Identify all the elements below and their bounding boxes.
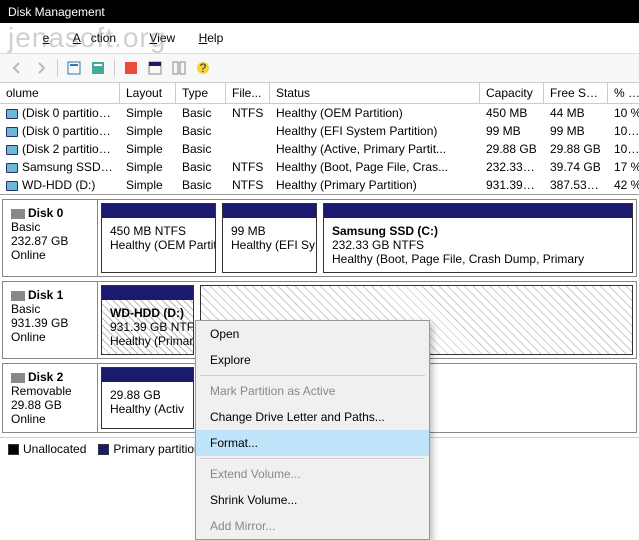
col-volume[interactable]: olume (0, 83, 120, 103)
ctx-shrink[interactable]: Shrink Volume... (196, 487, 429, 513)
title-bar: Disk Management (0, 0, 639, 23)
partition[interactable]: 29.88 GBHealthy (Activ (101, 367, 194, 429)
tool-button[interactable] (168, 57, 190, 79)
window-title: Disk Management (8, 5, 105, 19)
legend-unalloc-label: Unallocated (23, 442, 86, 456)
disk-icon (11, 209, 25, 219)
disk-info[interactable]: Disk 1Basic931.39 GBOnline (3, 282, 98, 358)
partition[interactable]: 99 MBHealthy (EFI Sy (222, 203, 317, 273)
col-layout[interactable]: Layout (120, 83, 176, 103)
ctx-format[interactable]: Format... (196, 430, 429, 456)
ctx-open[interactable]: Open (196, 321, 429, 347)
help-button[interactable]: ? (192, 57, 214, 79)
disk-info[interactable]: Disk 2Removable29.88 GBOnline (3, 364, 98, 432)
menu-file[interactable]: File (0, 25, 59, 51)
legend-primary-swatch (98, 444, 109, 455)
volume-icon (6, 127, 18, 137)
legend-unalloc-swatch (8, 444, 19, 455)
partition[interactable]: WD-HDD (D:)931.39 GB NTFSHealthy (Primar (101, 285, 194, 355)
partition[interactable]: 450 MB NTFSHealthy (OEM Partitio (101, 203, 216, 273)
volume-row[interactable]: (Disk 2 partition 1)SimpleBasicHealthy (… (0, 140, 639, 158)
volume-icon (6, 181, 18, 191)
refresh-button[interactable] (87, 57, 109, 79)
partition[interactable]: Samsung SSD (C:)232.33 GB NTFSHealthy (B… (323, 203, 633, 273)
separator (114, 59, 115, 77)
volume-list[interactable]: olume Layout Type File... Status Capacit… (0, 83, 639, 195)
ctx-mark-active: Mark Partition as Active (196, 378, 429, 404)
volume-icon (6, 145, 18, 155)
ctx-change-letter[interactable]: Change Drive Letter and Paths... (196, 404, 429, 430)
separator (200, 458, 425, 459)
menu-help[interactable]: Help (189, 28, 234, 48)
back-button[interactable] (6, 57, 28, 79)
disk-icon (11, 291, 25, 301)
tool-button[interactable] (144, 57, 166, 79)
separator (57, 59, 58, 77)
legend-primary-label: Primary partition (113, 442, 200, 456)
column-headers: olume Layout Type File... Status Capacit… (0, 83, 639, 104)
col-fs[interactable]: File... (226, 83, 270, 103)
col-status[interactable]: Status (270, 83, 480, 103)
separator (200, 375, 425, 376)
context-menu: Open Explore Mark Partition as Active Ch… (195, 320, 430, 540)
menu-view[interactable]: View (139, 28, 185, 48)
menu-action[interactable]: Action (63, 25, 136, 51)
volume-row[interactable]: Samsung SSD (C:)SimpleBasicNTFSHealthy (… (0, 158, 639, 176)
col-capacity[interactable]: Capacity (480, 83, 544, 103)
volume-row[interactable]: WD-HDD (D:)SimpleBasicNTFSHealthy (Prima… (0, 176, 639, 194)
volume-row[interactable]: (Disk 0 partition 2)SimpleBasicHealthy (… (0, 122, 639, 140)
ctx-extend: Extend Volume... (196, 461, 429, 487)
forward-button[interactable] (30, 57, 52, 79)
volume-icon (6, 109, 18, 119)
disk-info[interactable]: Disk 0Basic232.87 GBOnline (3, 200, 98, 276)
menu-bar: File Action View Help (0, 23, 639, 54)
ctx-explore[interactable]: Explore (196, 347, 429, 373)
volume-row[interactable]: (Disk 0 partition 1)SimpleBasicNTFSHealt… (0, 104, 639, 122)
svg-text:?: ? (200, 61, 207, 75)
col-free[interactable]: Free Sp... (544, 83, 608, 103)
ctx-mirror: Add Mirror... (196, 513, 429, 539)
properties-button[interactable] (63, 57, 85, 79)
tool-button[interactable] (120, 57, 142, 79)
col-type[interactable]: Type (176, 83, 226, 103)
volume-icon (6, 163, 18, 173)
disk-row: Disk 0Basic232.87 GBOnline450 MB NTFSHea… (2, 199, 637, 277)
disk-icon (11, 373, 25, 383)
col-pct[interactable]: % F... (608, 83, 639, 103)
toolbar: ? (0, 54, 639, 83)
